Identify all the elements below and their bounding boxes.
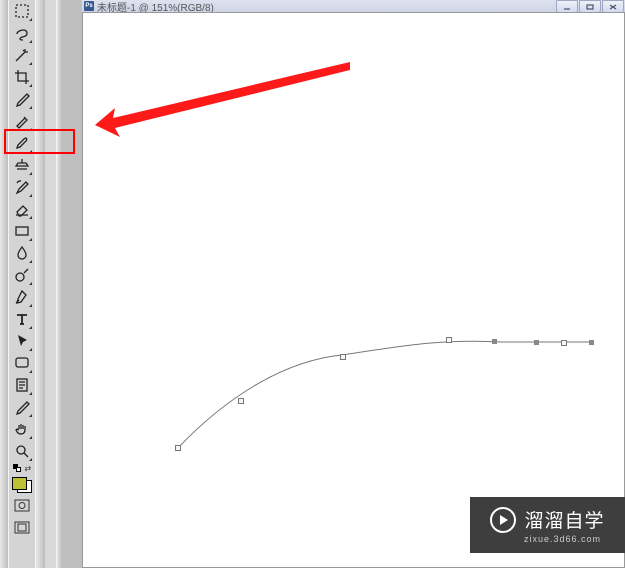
anchor-point[interactable] (446, 337, 452, 343)
eyedropper-tool[interactable] (11, 88, 33, 110)
screen-mode-icon (14, 521, 30, 535)
anchor-point[interactable] (238, 398, 244, 404)
default-colors-icon[interactable] (13, 464, 21, 472)
magic-wand-tool[interactable] (11, 44, 33, 66)
marquee-icon (13, 2, 31, 20)
blur-icon (13, 244, 31, 262)
foreground-color-swatch[interactable] (12, 477, 27, 490)
swap-default-colors: ⇄ (11, 463, 33, 473)
notes-icon (13, 376, 31, 394)
hand-icon (13, 420, 31, 438)
maximize-icon (586, 4, 594, 10)
anchor-point[interactable] (175, 445, 181, 451)
watermark-badge: 溜溜自学 zixue.3d66.com (470, 497, 625, 553)
canvas-content (82, 12, 625, 568)
magic-wand-icon (13, 46, 31, 64)
screen-mode-toggle[interactable] (11, 519, 33, 537)
watermark-brand-text: 溜溜自学 (524, 506, 604, 533)
type-icon (13, 310, 31, 328)
path-selection-icon (13, 332, 31, 350)
close-icon (609, 4, 617, 10)
document-canvas[interactable] (82, 12, 625, 568)
color-sampler-icon (13, 398, 31, 416)
notes-tool[interactable] (11, 374, 33, 396)
pen-tool[interactable] (11, 286, 33, 308)
color-sampler-tool[interactable] (11, 396, 33, 418)
path-selection-tool[interactable] (11, 330, 33, 352)
dodge-tool[interactable] (11, 264, 33, 286)
dodge-icon (13, 266, 31, 284)
handle-point[interactable] (492, 339, 497, 344)
quick-mask-icon (14, 499, 30, 513)
zoom-icon (13, 442, 31, 460)
gradient-tool[interactable] (11, 220, 33, 242)
lasso-icon (13, 24, 31, 42)
shape-icon (13, 354, 31, 372)
play-icon (490, 507, 516, 533)
watermark-sub-text: zixue.3d66.com (524, 534, 601, 544)
color-swatches[interactable] (11, 475, 33, 493)
pen-icon (13, 288, 31, 306)
lasso-tool[interactable] (11, 22, 33, 44)
history-brush-icon (13, 178, 31, 196)
handle-point[interactable] (534, 340, 539, 345)
clone-stamp-tool[interactable] (11, 154, 33, 176)
crop-icon (13, 68, 31, 86)
eraser-tool[interactable] (11, 198, 33, 220)
zoom-tool[interactable] (11, 440, 33, 462)
clone-stamp-icon (13, 156, 31, 174)
collapsed-panel-strip (45, 0, 56, 568)
marquee-tool[interactable] (11, 0, 33, 22)
swap-colors-icon[interactable]: ⇄ (24, 464, 31, 473)
eyedropper-icon (13, 90, 31, 108)
annotation-highlight-box (4, 129, 75, 154)
quick-mask-toggle[interactable] (11, 497, 33, 515)
anchor-point[interactable] (561, 340, 567, 346)
app-doc-icon: Ps (84, 1, 94, 11)
type-tool[interactable] (11, 308, 33, 330)
minimize-icon (563, 4, 571, 10)
shape-tool[interactable] (11, 352, 33, 374)
healing-brush-icon (13, 112, 31, 130)
gradient-icon (13, 222, 31, 240)
history-brush-tool[interactable] (11, 176, 33, 198)
vector-path (82, 12, 625, 568)
blur-tool[interactable] (11, 242, 33, 264)
crop-tool[interactable] (11, 66, 33, 88)
hand-tool[interactable] (11, 418, 33, 440)
handle-point[interactable] (589, 340, 594, 345)
eraser-icon (13, 200, 31, 218)
anchor-point[interactable] (340, 354, 346, 360)
tools-panel: ⇄ (8, 0, 36, 568)
